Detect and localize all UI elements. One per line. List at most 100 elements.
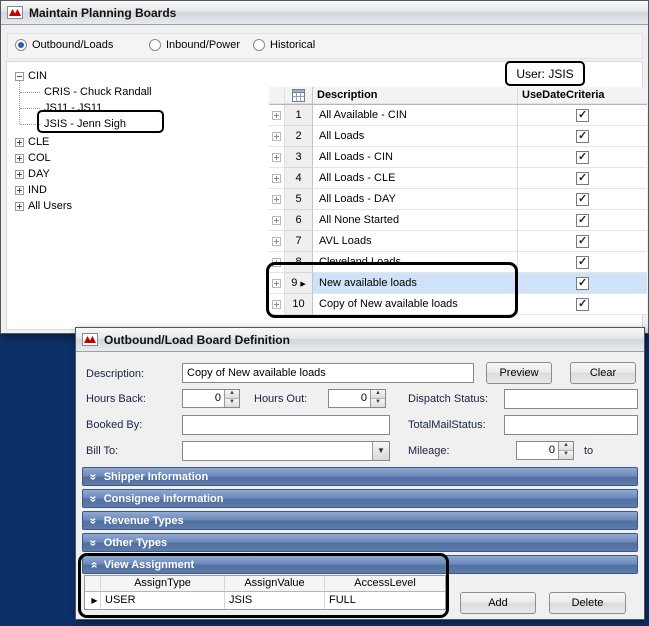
hours-back-spinner[interactable]: 0 ▲▼: [182, 389, 240, 408]
mileage-spinner[interactable]: 0 ▲▼: [516, 441, 574, 460]
clear-button[interactable]: Clear: [570, 362, 636, 384]
row-expand-cell[interactable]: [269, 252, 285, 273]
total-mail-status-input[interactable]: [504, 415, 638, 435]
collapse-icon[interactable]: [15, 72, 24, 81]
row-expand-cell[interactable]: [269, 189, 285, 210]
row-expand-icon[interactable]: [272, 111, 281, 120]
description-input[interactable]: Copy of New available loads: [182, 363, 474, 383]
tree-item-jsis[interactable]: JSIS - Jenn Sigh: [20, 117, 126, 131]
expand-icon[interactable]: [15, 170, 24, 179]
section-shipper-information[interactable]: Shipper Information: [82, 467, 638, 486]
row-expand-cell[interactable]: [269, 210, 285, 231]
tree-item-cin[interactable]: CIN: [15, 69, 47, 83]
row-expand-icon[interactable]: [272, 300, 281, 309]
row-check-cell: [518, 189, 647, 210]
use-date-criteria-checkbox[interactable]: [576, 214, 589, 227]
use-date-criteria-checkbox[interactable]: [576, 277, 589, 290]
row-expand-icon[interactable]: [272, 216, 281, 225]
spin-buttons[interactable]: ▲▼: [370, 390, 385, 407]
expand-icon[interactable]: [15, 202, 24, 211]
assign-value-column-header[interactable]: AssignValue: [225, 576, 325, 591]
row-expand-cell[interactable]: [269, 168, 285, 189]
spin-down-icon[interactable]: ▼: [225, 398, 239, 407]
expand-icon[interactable]: [15, 186, 24, 195]
access-level-column-header[interactable]: AccessLevel: [325, 576, 445, 591]
use-date-criteria-checkbox[interactable]: [576, 172, 589, 185]
tree-item-all-users[interactable]: All Users: [15, 199, 72, 213]
tree-item-day[interactable]: DAY: [15, 167, 50, 181]
hours-out-spinner[interactable]: 0 ▲▼: [328, 389, 386, 408]
tree-item-cle[interactable]: CLE: [15, 135, 49, 149]
main-window-title: Maintain Planning Boards: [29, 6, 176, 20]
board-row-6[interactable]: 6 All None Started: [269, 210, 647, 231]
use-date-criteria-column-header[interactable]: UseDateCriteria: [518, 87, 647, 104]
description-column-header[interactable]: Description: [313, 87, 518, 104]
row-expand-icon[interactable]: [272, 258, 281, 267]
radio-unselected-icon: [149, 39, 161, 51]
board-row-1[interactable]: 1 All Available - CIN: [269, 105, 647, 126]
board-row-2[interactable]: 2 All Loads: [269, 126, 647, 147]
row-expand-icon[interactable]: [272, 174, 281, 183]
radio-historical[interactable]: Historical: [253, 39, 315, 51]
row-expand-cell[interactable]: [269, 231, 285, 252]
dialog-titlebar[interactable]: Outbound/Load Board Definition: [76, 328, 644, 352]
board-row-10[interactable]: 10 Copy of New available loads: [269, 294, 647, 315]
spin-up-icon[interactable]: ▲: [371, 390, 385, 398]
use-date-criteria-checkbox[interactable]: [576, 235, 589, 248]
row-check-cell: [518, 147, 647, 168]
tree-item-ind[interactable]: IND: [15, 183, 47, 197]
row-expand-icon[interactable]: [272, 195, 281, 204]
radio-inbound-power[interactable]: Inbound/Power: [149, 39, 240, 51]
radio-outbound-loads[interactable]: Outbound/Loads: [15, 39, 113, 51]
row-expand-cell[interactable]: [269, 294, 285, 315]
use-date-criteria-checkbox[interactable]: [576, 256, 589, 269]
row-expand-icon[interactable]: [272, 237, 281, 246]
board-row-3[interactable]: 3 All Loads - CIN: [269, 147, 647, 168]
spin-up-icon[interactable]: ▲: [225, 390, 239, 398]
spin-buttons[interactable]: ▲▼: [558, 442, 573, 459]
tree-item-col[interactable]: COL: [15, 151, 51, 165]
add-button[interactable]: Add: [460, 592, 536, 614]
dispatch-status-input[interactable]: [504, 389, 638, 409]
delete-button[interactable]: Delete: [549, 592, 626, 614]
section-revenue-types[interactable]: Revenue Types: [82, 511, 638, 530]
expand-icon[interactable]: [15, 138, 24, 147]
board-row-5[interactable]: 5 All Loads - DAY: [269, 189, 647, 210]
spin-up-icon[interactable]: ▲: [559, 442, 573, 450]
section-view-assignment[interactable]: View Assignment: [82, 555, 638, 574]
row-expand-icon[interactable]: [272, 153, 281, 162]
use-date-criteria-checkbox[interactable]: [576, 298, 589, 311]
assign-type-column-header[interactable]: AssignType: [101, 576, 225, 591]
use-date-criteria-checkbox[interactable]: [576, 151, 589, 164]
row-expand-cell[interactable]: [269, 126, 285, 147]
expand-icon[interactable]: [15, 154, 24, 163]
board-row-4[interactable]: 4 All Loads - CLE: [269, 168, 647, 189]
main-window-titlebar[interactable]: Maintain Planning Boards: [1, 1, 648, 25]
use-date-criteria-checkbox[interactable]: [576, 109, 589, 122]
tree-item-cris[interactable]: CRIS - Chuck Randall: [20, 85, 152, 99]
row-expand-cell[interactable]: [269, 273, 285, 294]
tree-label: CRIS - Chuck Randall: [44, 86, 152, 98]
row-expand-icon[interactable]: [272, 279, 281, 288]
board-row-8[interactable]: 8 Cleveland Loads: [269, 252, 647, 273]
use-date-criteria-checkbox[interactable]: [576, 193, 589, 206]
section-other-types[interactable]: Other Types: [82, 533, 638, 552]
row-expand-cell[interactable]: [269, 105, 285, 126]
tree-item-js11[interactable]: JS11 - JS11: [20, 101, 102, 115]
board-row-7[interactable]: 7 AVL Loads: [269, 231, 647, 252]
chevron-down-icon[interactable]: ▼: [372, 442, 389, 460]
booked-by-input[interactable]: [182, 415, 390, 435]
assignment-row[interactable]: USER JSIS FULL: [85, 592, 445, 609]
spin-down-icon[interactable]: ▼: [371, 398, 385, 407]
row-expand-cell[interactable]: [269, 147, 285, 168]
spin-down-icon[interactable]: ▼: [559, 450, 573, 459]
spin-buttons[interactable]: ▲▼: [224, 390, 239, 407]
board-row-9-selected[interactable]: 9 New available loads: [269, 273, 647, 294]
row-description: All Loads - CLE: [313, 168, 518, 189]
bill-to-dropdown[interactable]: ▼: [182, 441, 390, 461]
preview-button[interactable]: Preview: [486, 362, 552, 384]
row-expand-icon[interactable]: [272, 132, 281, 141]
section-consignee-information[interactable]: Consignee Information: [82, 489, 638, 508]
use-date-criteria-checkbox[interactable]: [576, 130, 589, 143]
board-definition-dialog: Outbound/Load Board Definition Descripti…: [75, 327, 645, 620]
